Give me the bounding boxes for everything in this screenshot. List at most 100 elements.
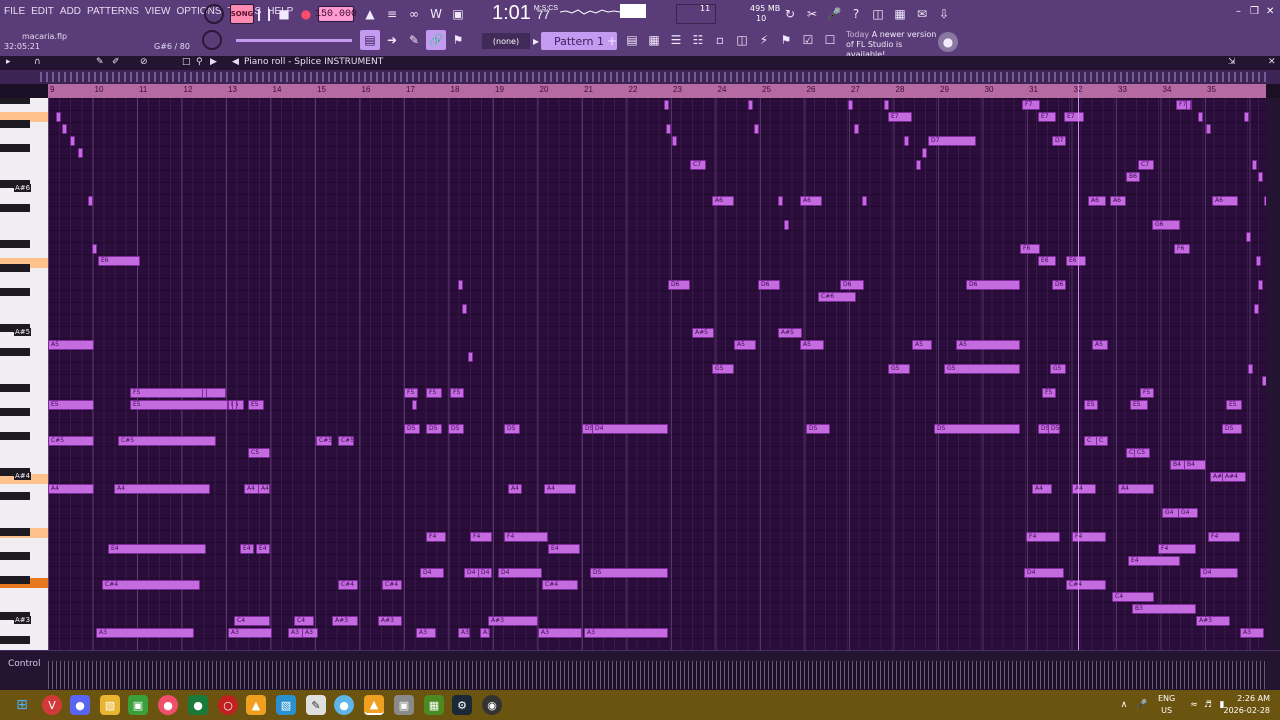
stamp-icon[interactable]: ⚑: [448, 30, 468, 50]
midi-note-short[interactable]: [462, 304, 467, 314]
midi-note[interactable]: C7: [1138, 160, 1154, 170]
channel-rack-icon[interactable]: ☰: [666, 30, 686, 50]
midi-note-short[interactable]: [1244, 112, 1249, 122]
midi-note[interactable]: A#3: [488, 616, 538, 626]
arrow-icon[interactable]: ➜: [382, 30, 402, 50]
app-red-icon[interactable]: ○: [218, 695, 238, 715]
midi-note-short[interactable]: [862, 196, 867, 206]
midi-note[interactable]: C#5: [118, 436, 216, 446]
midi-note[interactable]: D4: [1200, 568, 1238, 578]
midi-note[interactable]: F5: [130, 388, 226, 398]
black-key[interactable]: [0, 492, 30, 500]
midi-note[interactable]: A6: [712, 196, 734, 206]
midi-note[interactable]: F5: [426, 388, 442, 398]
master-pitch-knob-icon[interactable]: [202, 30, 222, 50]
midi-note[interactable]: C#6: [818, 292, 856, 302]
midi-note[interactable]: C#5: [338, 436, 354, 446]
midi-note-short[interactable]: [1252, 160, 1257, 170]
osu-icon[interactable]: ●: [158, 695, 178, 715]
midi-note[interactable]: D6: [758, 280, 780, 290]
midi-note[interactable]: F6: [1020, 244, 1040, 254]
timeline-ruler[interactable]: 9 10 11 12 13 14 15 16 17 18 19 20 21 22 23 24 25 26 27 28 2…: [48, 84, 1266, 98]
plugin-icon[interactable]: ▦: [890, 4, 910, 24]
midi-note[interactable]: C#4: [542, 580, 578, 590]
browser-icon[interactable]: ▫: [710, 30, 730, 50]
midi-note[interactable]: C#5: [48, 436, 94, 446]
midi-note[interactable]: D6: [668, 280, 690, 290]
fl-studio-active-icon[interactable]: ▲: [364, 695, 384, 715]
midi-note[interactable]: E7: [1038, 112, 1056, 122]
menu-view[interactable]: VIEW: [145, 6, 171, 17]
midi-note[interactable]: E6: [1038, 256, 1056, 266]
midi-note[interactable]: E6: [98, 256, 140, 266]
record-icon[interactable]: ●: [296, 4, 316, 24]
black-key[interactable]: [0, 204, 30, 212]
discord-icon[interactable]: ●: [70, 695, 90, 715]
midi-note[interactable]: D5: [448, 424, 464, 434]
midi-note[interactable]: E7: [1064, 112, 1084, 122]
midi-note[interactable]: E5: [48, 400, 94, 410]
midi-note-short[interactable]: [854, 124, 859, 134]
midi-note-short[interactable]: [664, 100, 669, 110]
midi-note[interactable]: F5: [450, 388, 464, 398]
midi-note[interactable]: C5: [1134, 448, 1150, 458]
pause-icon[interactable]: ❙❙: [254, 4, 274, 24]
midi-note[interactable]: D4: [498, 568, 542, 578]
midi-note[interactable]: A3: [538, 628, 582, 638]
pat-song-toggle[interactable]: SONG: [230, 4, 254, 24]
midi-note[interactable]: B4: [1184, 460, 1206, 470]
windows-start-icon[interactable]: ⊞: [12, 695, 32, 715]
chat-icon[interactable]: ✉: [912, 4, 932, 24]
steam-icon[interactable]: ⚙: [452, 695, 472, 715]
midi-note[interactable]: C#4: [382, 580, 402, 590]
midi-note[interactable]: A#3: [332, 616, 358, 626]
pattern-add-icon[interactable]: +: [606, 32, 618, 50]
midi-note[interactable]: D6: [1052, 280, 1066, 290]
stop-icon[interactable]: ■: [274, 4, 294, 24]
velocity-lane[interactable]: [48, 661, 1266, 689]
midi-note[interactable]: E7: [888, 112, 912, 122]
zoom-tool-icon[interactable]: ⚲: [196, 57, 203, 67]
midi-note[interactable]: D7: [1052, 136, 1066, 146]
midi-note[interactable]: B3: [1132, 604, 1196, 614]
midi-note-short[interactable]: [904, 136, 909, 146]
menu-add[interactable]: ADD: [60, 6, 81, 17]
midi-note-short[interactable]: [1246, 232, 1251, 242]
midi-note[interactable]: G4: [1178, 508, 1198, 518]
master-volume-knob-icon[interactable]: [204, 4, 224, 24]
midi-note-short[interactable]: [748, 100, 753, 110]
delete-tool-icon[interactable]: ⊘: [140, 57, 148, 67]
midi-note[interactable]: D5: [1222, 424, 1242, 434]
midi-note[interactable]: F4: [426, 532, 446, 542]
tray-chevron-icon[interactable]: ∧: [1114, 695, 1134, 715]
midi-note[interactable]: A6: [1212, 196, 1238, 206]
midi-note-short[interactable]: [1254, 304, 1259, 314]
midi-note-short[interactable]: [1258, 172, 1263, 182]
midi-note[interactable]: A#5: [692, 328, 714, 338]
tag-icon[interactable]: ⚑: [776, 30, 796, 50]
title-arrow-icon[interactable]: ◀: [232, 57, 239, 67]
midi-note[interactable]: C5: [248, 448, 270, 458]
notepad-icon[interactable]: ✎: [306, 695, 326, 715]
midi-note[interactable]: D5: [504, 424, 520, 434]
system-clock[interactable]: 2:26 AM 2026-02-28: [1224, 693, 1271, 717]
midi-note[interactable]: F4: [504, 532, 548, 542]
metronome-icon[interactable]: ▲: [360, 4, 380, 24]
tray-mic-icon[interactable]: 🎤: [1132, 695, 1152, 715]
control-label[interactable]: Control: [8, 659, 41, 669]
midi-note[interactable]: A3: [480, 628, 490, 638]
midi-note-short[interactable]: [672, 136, 677, 146]
mixer-icon[interactable]: ☷: [688, 30, 708, 50]
scissors-icon[interactable]: ✂: [802, 4, 822, 24]
note-grid[interactable]: E6 A5 E5 E5 F5 C#5 C#5 C5 A4 A4 A4 A4 E4 E4 E4 C#4 C4 C4 A…: [48, 98, 1266, 650]
reset-icon[interactable]: ↻: [780, 4, 800, 24]
midi-note[interactable]: E6: [1066, 256, 1086, 266]
midi-note[interactable]: E4: [108, 544, 206, 554]
midi-note-short[interactable]: [922, 148, 927, 158]
midi-note-short[interactable]: [778, 196, 783, 206]
menu-edit[interactable]: EDIT: [31, 6, 54, 17]
midi-note[interactable]: A6: [1088, 196, 1106, 206]
midi-note[interactable]: F5: [1042, 388, 1056, 398]
app-light-icon[interactable]: ●: [334, 695, 354, 715]
midi-note[interactable]: D7: [928, 136, 976, 146]
